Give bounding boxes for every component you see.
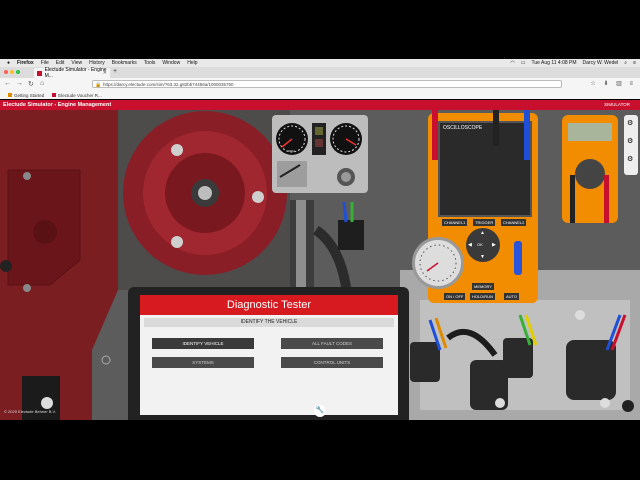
url-bar[interactable]: 🔒 https://darcy.electude.com/sim/?63.32.… — [92, 80, 562, 88]
lock-icon: 🔒 — [95, 82, 102, 88]
menu-history[interactable]: History — [89, 60, 105, 66]
tester-screen: Diagnostic Tester IDENTIFY THE VEHICLE I… — [140, 295, 398, 415]
navigation-bar: ← → ↻ ⌂ 🔒 https://darcy.electude.com/sim… — [0, 78, 640, 92]
dpad-up-icon[interactable]: ▲ — [480, 230, 485, 236]
systems-button[interactable]: SYSTEMS — [152, 357, 254, 368]
channel2-button[interactable]: CHANNEL2 — [501, 219, 527, 226]
diagnostic-tester[interactable]: Diagnostic Tester IDENTIFY THE VEHICLE I… — [128, 287, 409, 427]
menubar-status: ◠ ▭ Tue Aug 11 4:08 PM Darcy W. Wedel ⌕ … — [504, 59, 636, 67]
tool-icon[interactable]: ⚙ — [627, 155, 633, 163]
oscilloscope-dpad: OK ▲ ▼ ◀ ▶ — [466, 228, 500, 262]
multimeter-lead-black[interactable] — [570, 175, 575, 223]
ok-button[interactable]: OK — [477, 242, 483, 247]
menu-edit[interactable]: Edit — [56, 60, 65, 66]
probe-red[interactable] — [432, 110, 438, 160]
side-toolbar: ⚙ ⚙ ⚙ — [624, 115, 638, 175]
dpad-right-icon[interactable]: ▶ — [492, 242, 496, 248]
menu-file[interactable]: File — [41, 60, 49, 66]
dpad-left-icon[interactable]: ◀ — [468, 242, 472, 248]
rpm-label: RPM — [288, 149, 295, 153]
multimeter-lead-red[interactable] — [604, 175, 609, 223]
control-units-button[interactable]: CONTROL UNITS — [281, 357, 383, 368]
onoff-button[interactable]: ON / OFF — [444, 293, 466, 300]
identify-vehicle-button[interactable]: IDENTIFY VEHICLE — [152, 338, 254, 349]
user-name[interactable]: Darcy W. Wedel — [583, 60, 619, 66]
simulator-label[interactable]: SIMULATOR — [604, 100, 630, 110]
clock[interactable]: Tue Aug 11 4:08 PM — [531, 60, 576, 66]
multimeter[interactable] — [562, 115, 618, 223]
back-icon[interactable]: ← — [4, 80, 11, 87]
gauge-dials — [276, 123, 362, 187]
pressure-gauge[interactable] — [412, 237, 464, 289]
toolbar-icons[interactable]: ☆ ⬇ ▥ ≡ — [590, 80, 636, 87]
tool-icon[interactable]: ⚙ — [627, 137, 633, 145]
tab-electude[interactable]: Electude Simulator - Engine M... ✕ — [34, 67, 110, 79]
oscilloscope-title: OSCILLOSCOPE — [443, 125, 483, 131]
zoom-slider[interactable] — [514, 241, 522, 275]
home-icon[interactable]: ⌂ — [40, 80, 44, 87]
new-tab-icon[interactable]: + — [113, 68, 117, 75]
close-tab-icon[interactable]: ✕ — [103, 70, 107, 76]
wifi-icon[interactable]: ◠ — [510, 60, 514, 66]
menu-window[interactable]: Window — [162, 60, 180, 66]
bookmark-getting-started[interactable]: Getting Started — [8, 93, 44, 98]
electude-favicon-icon — [37, 70, 42, 76]
multimeter-display — [568, 123, 612, 141]
app-title: Electude Simulator - Engine Management — [3, 102, 112, 108]
trigger-button[interactable]: TRIGGER — [473, 219, 496, 226]
bottom-letterbox — [0, 420, 640, 480]
bookmarks-bar: Getting Started Electude Voucher R... — [0, 91, 640, 99]
tester-subtitle: IDENTIFY THE VEHICLE — [144, 318, 394, 327]
tool-icon[interactable]: ⚙ — [627, 119, 633, 127]
tab-bar: Electude Simulator - Engine M... ✕ + — [0, 67, 640, 79]
firefox-icon — [8, 93, 12, 98]
app-title-bar: Electude Simulator - Engine Management S… — [0, 100, 640, 110]
all-fault-codes-button[interactable]: ALL FAULT CODES — [281, 338, 383, 349]
url-text: https://darcy.electude.com/sim/?63.32.g8… — [103, 82, 234, 87]
search-icon[interactable]: ⌕ — [624, 60, 627, 66]
bookmark-electude-voucher[interactable]: Electude Voucher R... — [52, 93, 102, 98]
copyright: © 2020 Electude Beheer B.V. — [4, 409, 56, 414]
channel1-button[interactable]: CHANNEL1 — [442, 219, 468, 226]
engine-gauges-panel[interactable]: RPM — [272, 115, 368, 193]
tester-title: Diagnostic Tester — [140, 295, 398, 315]
reload-icon[interactable]: ↻ — [28, 80, 34, 88]
memory-button[interactable]: MEMORY — [472, 283, 494, 290]
menu-bookmarks[interactable]: Bookmarks — [112, 60, 137, 66]
probe-blue[interactable] — [524, 110, 530, 160]
wrench-icon[interactable]: 🔧 — [314, 405, 326, 417]
forward-icon[interactable]: → — [16, 80, 23, 87]
menu-tools[interactable]: Tools — [144, 60, 156, 66]
battery-icon[interactable]: ▭ — [521, 60, 526, 66]
apple-icon[interactable]: ● — [7, 60, 10, 66]
menu-help[interactable]: Help — [187, 60, 197, 66]
holdrun-button[interactable]: HOLD/RUN — [470, 293, 495, 300]
bookmark-icon — [52, 93, 57, 98]
probe-black[interactable] — [493, 110, 499, 146]
menu-view[interactable]: View — [71, 60, 82, 66]
oscilloscope-screen: OSCILLOSCOPE — [438, 121, 532, 217]
os-menubar: ● Firefox File Edit View History Bookmar… — [0, 59, 640, 67]
menu-firefox[interactable]: Firefox — [17, 60, 34, 66]
pressure-dial — [419, 244, 457, 282]
dpad-down-icon[interactable]: ▼ — [480, 254, 485, 260]
auto-button[interactable]: AUTO — [504, 293, 520, 300]
menu-list-icon[interactable]: ≡ — [633, 60, 636, 66]
multimeter-dial[interactable] — [575, 159, 605, 189]
